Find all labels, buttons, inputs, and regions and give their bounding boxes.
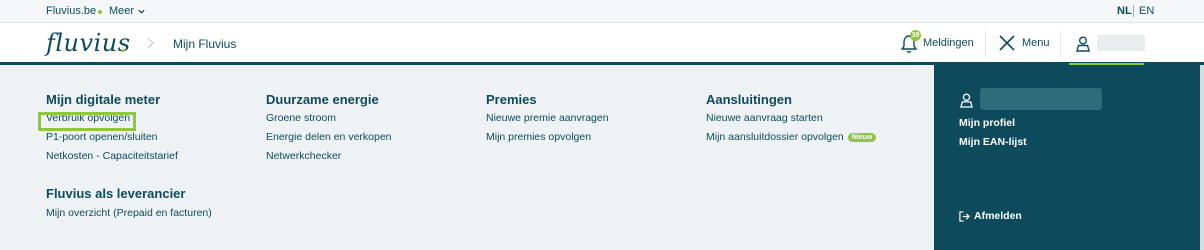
column-title: Aansluitingen bbox=[706, 92, 792, 107]
scrollbar-track[interactable] bbox=[1200, 65, 1204, 250]
menu-link-p1-poort[interactable]: P1-poort openen/sluiten bbox=[46, 131, 178, 150]
logout-icon[interactable] bbox=[959, 211, 970, 222]
breadcrumb-mijn-fluvius[interactable]: Mijn Fluvius bbox=[173, 37, 236, 51]
language-divider bbox=[1133, 5, 1134, 17]
menu-column-duurzame-energie: Duurzame energie Groene stroom Energie d… bbox=[266, 92, 392, 169]
column-title: Fluvius als leverancier bbox=[46, 186, 186, 201]
language-en[interactable]: EN bbox=[1139, 5, 1154, 17]
user-icon bbox=[960, 93, 973, 108]
mega-menu: Mijn digitale meter Verbruik opvolgen P1… bbox=[0, 65, 934, 250]
menu-section-leverancier: Fluvius als leverancier Mijn overzicht (… bbox=[46, 186, 212, 219]
logo-accent-dot bbox=[122, 49, 125, 52]
menu-link-nieuwe-aanvraag[interactable]: Nieuwe aanvraag starten bbox=[706, 112, 876, 131]
menu-link-netwerkchecker[interactable]: Netwerkchecker bbox=[266, 150, 392, 169]
column-title: Mijn digitale meter bbox=[46, 92, 161, 107]
menu-link-energie-delen[interactable]: Energie delen en verkopen bbox=[266, 131, 392, 150]
account-link-mijn-profiel[interactable]: Mijn profiel bbox=[959, 117, 1015, 129]
user-name-redacted[interactable] bbox=[1097, 35, 1145, 51]
menu-column-premies: Premies Nieuwe premie aanvragen Mijn pre… bbox=[486, 92, 609, 150]
user-icon[interactable] bbox=[1076, 36, 1090, 52]
menu-link-groene-stroom[interactable]: Groene stroom bbox=[266, 112, 392, 131]
header-divider bbox=[1060, 31, 1061, 57]
language-nl[interactable]: NL bbox=[1117, 5, 1132, 17]
menu-link-mijn-premies[interactable]: Mijn premies opvolgen bbox=[486, 131, 609, 150]
chevron-down-icon[interactable] bbox=[137, 7, 146, 16]
menu-link-mijn-overzicht[interactable]: Mijn overzicht (Prepaid en facturen) bbox=[46, 207, 212, 219]
header-divider bbox=[985, 31, 986, 57]
more-dropdown[interactable]: Meer bbox=[109, 5, 134, 17]
menu-link-aansluitdossier[interactable]: Mijn aansluitdossier opvolgen Nieuw bbox=[706, 131, 877, 150]
focus-highlight-box bbox=[38, 112, 136, 131]
menu-toggle-label[interactable]: Menu bbox=[1022, 37, 1050, 49]
fluvius-logo[interactable]: fluvius bbox=[46, 29, 131, 57]
account-name-redacted bbox=[980, 88, 1102, 110]
menu-column-aansluitingen: Aansluitingen Nieuwe aanvraag starten Mi… bbox=[706, 92, 877, 150]
column-title: Duurzame energie bbox=[266, 92, 379, 107]
column-title: Premies bbox=[486, 92, 537, 107]
notifications-count-badge: 39 bbox=[910, 30, 921, 41]
close-menu-icon[interactable] bbox=[999, 35, 1015, 51]
chevron-right-icon bbox=[147, 37, 154, 49]
notifications-label: Meldingen bbox=[923, 37, 974, 49]
menu-link-label: Mijn aansluitdossier opvolgen bbox=[706, 131, 844, 143]
logout-link[interactable]: Afmelden bbox=[974, 210, 1022, 222]
new-badge: Nieuw bbox=[847, 133, 877, 142]
fluvius-site-link[interactable]: Fluvius.be bbox=[46, 5, 96, 17]
separator-dot bbox=[98, 10, 102, 14]
account-link-ean-lijst[interactable]: Mijn EAN-lijst bbox=[959, 136, 1027, 148]
utility-bar: Fluvius.be Meer NL EN bbox=[0, 0, 1204, 23]
menu-link-nieuwe-premie[interactable]: Nieuwe premie aanvragen bbox=[486, 112, 609, 131]
account-panel: Mijn profiel Mijn EAN-lijst Afmelden bbox=[934, 65, 1200, 250]
menu-link-netkosten[interactable]: Netkosten - Capaciteitstarief bbox=[46, 150, 178, 169]
main-header: fluvius Mijn Fluvius 39 Meldingen Menu bbox=[0, 23, 1204, 66]
